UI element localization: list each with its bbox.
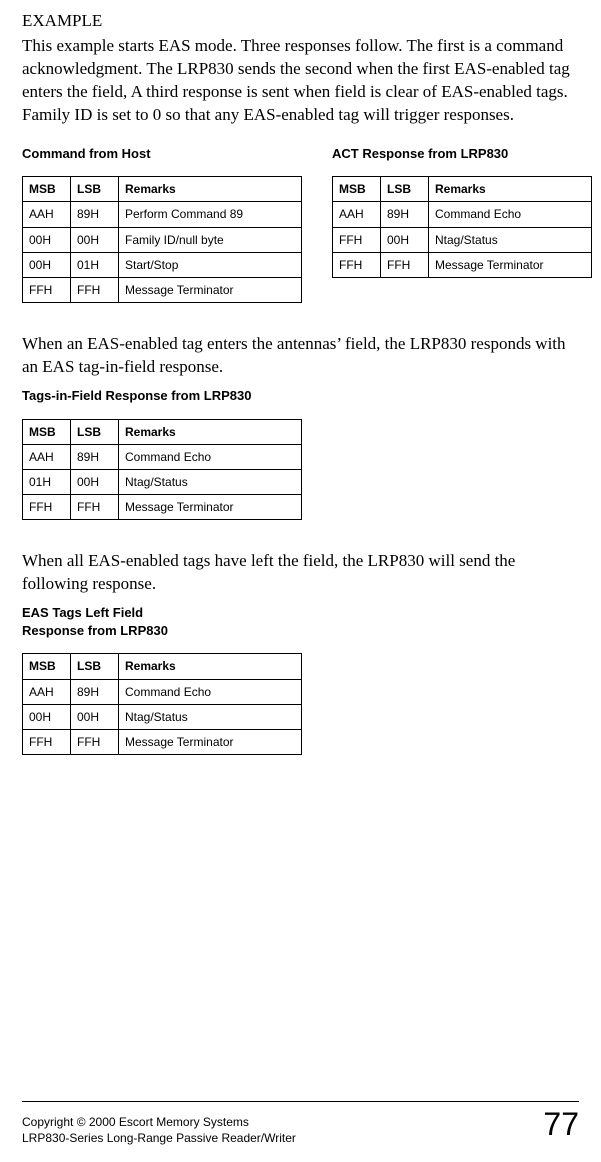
table-header-row: MSB LSB Remarks xyxy=(23,419,302,444)
cell-remarks: Perform Command 89 xyxy=(119,202,302,227)
table-row: 00H 00H Family ID/null byte xyxy=(23,227,302,252)
col-header-msb: MSB xyxy=(333,177,381,202)
cell-lsb: 89H xyxy=(71,444,119,469)
col-header-remarks: Remarks xyxy=(119,419,302,444)
cell-lsb: FFH xyxy=(71,277,119,302)
cell-lsb: 00H xyxy=(381,227,429,252)
cell-remarks: Ntag/Status xyxy=(429,227,592,252)
cell-remarks: Ntag/Status xyxy=(119,469,302,494)
col-header-remarks: Remarks xyxy=(119,177,302,202)
cell-msb: AAH xyxy=(23,679,71,704)
table-row: AAH 89H Command Echo xyxy=(333,202,592,227)
page-number: 77 xyxy=(543,1103,579,1146)
cell-lsb: 01H xyxy=(71,252,119,277)
cell-msb: FFH xyxy=(23,495,71,520)
cell-msb: 00H xyxy=(23,227,71,252)
cell-msb: FFH xyxy=(23,729,71,754)
page-footer: Copyright © 2000 Escort Memory Systems L… xyxy=(22,1103,579,1146)
cell-msb: FFH xyxy=(333,252,381,277)
col-header-lsb: LSB xyxy=(381,177,429,202)
cell-msb: 01H xyxy=(23,469,71,494)
cell-msb: AAH xyxy=(23,444,71,469)
cell-lsb: 00H xyxy=(71,469,119,494)
table4: MSB LSB Remarks AAH 89H Command Echo 00H… xyxy=(22,653,302,755)
copyright-line: Copyright © 2000 Escort Memory Systems xyxy=(22,1114,296,1130)
cell-lsb: 00H xyxy=(71,704,119,729)
col-header-lsb: LSB xyxy=(71,654,119,679)
table-row: FFH FFH Message Terminator xyxy=(23,277,302,302)
product-line: LRP830-Series Long-Range Passive Reader/… xyxy=(22,1130,296,1146)
cell-remarks: Message Terminator xyxy=(119,495,302,520)
table-header-row: MSB LSB Remarks xyxy=(23,654,302,679)
cell-remarks: Ntag/Status xyxy=(119,704,302,729)
table2: MSB LSB Remarks AAH 89H Command Echo FFH… xyxy=(332,176,592,278)
table-row: FFH FFH Message Terminator xyxy=(333,252,592,277)
cell-lsb: FFH xyxy=(381,252,429,277)
table-header-row: MSB LSB Remarks xyxy=(23,177,302,202)
cell-msb: FFH xyxy=(333,227,381,252)
cell-remarks: Start/Stop xyxy=(119,252,302,277)
table-row: FFH FFH Message Terminator xyxy=(23,729,302,754)
cell-msb: FFH xyxy=(23,277,71,302)
col-header-lsb: LSB xyxy=(71,177,119,202)
col-header-lsb: LSB xyxy=(71,419,119,444)
table3: MSB LSB Remarks AAH 89H Command Echo 01H… xyxy=(22,419,302,521)
table4-title-line2: Response from LRP830 xyxy=(22,622,302,640)
col-header-msb: MSB xyxy=(23,177,71,202)
cell-lsb: FFH xyxy=(71,729,119,754)
paragraph-2: When an EAS-enabled tag enters the anten… xyxy=(22,333,579,379)
table-row: FFH FFH Message Terminator xyxy=(23,495,302,520)
cell-msb: 00H xyxy=(23,252,71,277)
table-header-row: MSB LSB Remarks xyxy=(333,177,592,202)
eas-tags-left-block: EAS Tags Left Field Response from LRP830… xyxy=(22,604,302,755)
cell-remarks: Command Echo xyxy=(119,444,302,469)
cell-remarks: Message Terminator xyxy=(119,277,302,302)
cell-msb: AAH xyxy=(23,202,71,227)
cell-remarks: Message Terminator xyxy=(119,729,302,754)
cell-lsb: 89H xyxy=(381,202,429,227)
command-from-host-block: Command from Host MSB LSB Remarks AAH 89… xyxy=(22,145,302,303)
table-row: AAH 89H Command Echo xyxy=(23,444,302,469)
cell-remarks: Family ID/null byte xyxy=(119,227,302,252)
table3-title: Tags-in-Field Response from LRP830 xyxy=(22,387,302,405)
table-row: FFH 00H Ntag/Status xyxy=(333,227,592,252)
table4-title-line1: EAS Tags Left Field xyxy=(22,604,302,622)
table1-title: Command from Host xyxy=(22,145,302,163)
cell-lsb: 00H xyxy=(71,227,119,252)
cell-lsb: 89H xyxy=(71,202,119,227)
col-header-msb: MSB xyxy=(23,654,71,679)
cell-remarks: Message Terminator xyxy=(429,252,592,277)
cell-msb: AAH xyxy=(333,202,381,227)
cell-msb: 00H xyxy=(23,704,71,729)
cell-remarks: Command Echo xyxy=(429,202,592,227)
col-header-msb: MSB xyxy=(23,419,71,444)
table-row: 00H 00H Ntag/Status xyxy=(23,704,302,729)
table2-title: ACT Response from LRP830 xyxy=(332,145,592,163)
table-row: AAH 89H Command Echo xyxy=(23,679,302,704)
intro-paragraph: This example starts EAS mode. Three resp… xyxy=(22,35,579,127)
tables-row-1: Command from Host MSB LSB Remarks AAH 89… xyxy=(22,145,579,303)
cell-lsb: FFH xyxy=(71,495,119,520)
footer-text: Copyright © 2000 Escort Memory Systems L… xyxy=(22,1114,296,1146)
col-header-remarks: Remarks xyxy=(119,654,302,679)
table-row: AAH 89H Perform Command 89 xyxy=(23,202,302,227)
act-response-block: ACT Response from LRP830 MSB LSB Remarks… xyxy=(332,145,592,303)
example-heading: EXAMPLE xyxy=(22,10,579,33)
table-row: 00H 01H Start/Stop xyxy=(23,252,302,277)
cell-remarks: Command Echo xyxy=(119,679,302,704)
paragraph-3: When all EAS-enabled tags have left the … xyxy=(22,550,579,596)
cell-lsb: 89H xyxy=(71,679,119,704)
table-row: 01H 00H Ntag/Status xyxy=(23,469,302,494)
tags-in-field-block: Tags-in-Field Response from LRP830 MSB L… xyxy=(22,387,302,520)
col-header-remarks: Remarks xyxy=(429,177,592,202)
table1: MSB LSB Remarks AAH 89H Perform Command … xyxy=(22,176,302,303)
